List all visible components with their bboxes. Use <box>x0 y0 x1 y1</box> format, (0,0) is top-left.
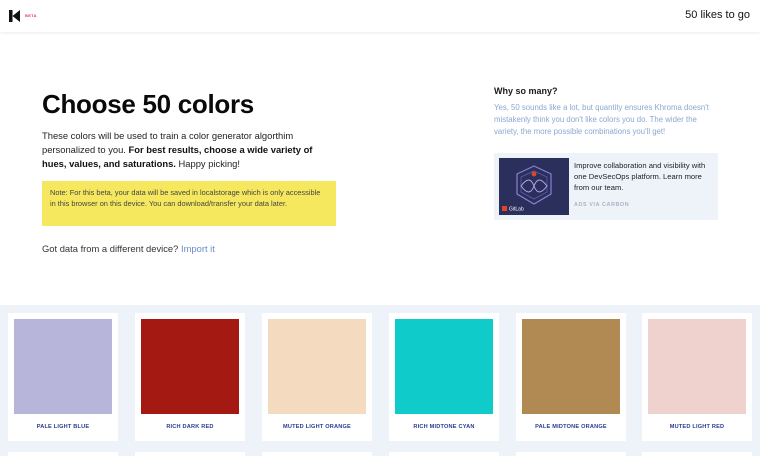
color-palette-grid: PALE LIGHT BLUE RICH DARK RED MUTED LIGH… <box>0 305 760 456</box>
color-card[interactable]: MUTED LIGHT ORANGE <box>262 313 372 441</box>
color-swatch[interactable] <box>395 319 493 414</box>
why-text: Yes, 50 sounds like a lot, but quantity … <box>494 103 709 136</box>
intro-tail: Happy picking! <box>175 158 241 169</box>
ad-image[interactable]: GitLab <box>499 158 569 215</box>
color-name: MUTED LIGHT ORANGE <box>283 424 351 430</box>
ad-text[interactable]: Improve collaboration and visibility wit… <box>574 160 714 193</box>
color-swatch[interactable] <box>268 319 366 414</box>
color-swatch[interactable] <box>522 319 620 414</box>
beta-badge: BETA <box>25 13 37 18</box>
color-card-next-row[interactable] <box>642 452 752 456</box>
ad-brand: GitLab <box>509 207 524 213</box>
color-swatch[interactable] <box>648 319 746 414</box>
beta-storage-note: Note: For this beta, your data will be s… <box>42 181 336 226</box>
import-prompt-text: Got data from a different device? <box>42 243 179 254</box>
import-link[interactable]: Import it <box>181 243 215 254</box>
color-card-next-row[interactable] <box>389 452 499 456</box>
color-card[interactable]: RICH DARK RED <box>135 313 245 441</box>
color-swatch[interactable] <box>141 319 239 414</box>
color-swatch[interactable] <box>14 319 112 414</box>
khroma-logo-icon[interactable] <box>9 10 21 22</box>
likes-to-go-counter: 50 likes to go <box>685 9 750 21</box>
color-name: PALE LIGHT BLUE <box>36 424 90 430</box>
color-name: PALE MIDTONE ORANGE <box>535 424 607 430</box>
ad-artwork-icon: GitLab <box>499 158 569 215</box>
import-prompt: Got data from a different device? Import… <box>42 243 215 254</box>
page-title: Choose 50 colors <box>42 89 254 119</box>
color-name: MUTED LIGHT RED <box>669 424 725 430</box>
color-card-next-row[interactable] <box>262 452 372 456</box>
top-bar: BETA 50 likes to go <box>0 0 760 32</box>
color-card-next-row[interactable] <box>8 452 118 456</box>
color-card[interactable]: RICH MIDTONE CYAN <box>389 313 499 441</box>
why-title: Why so many? <box>494 86 558 96</box>
color-card[interactable]: PALE MIDTONE ORANGE <box>516 313 626 441</box>
color-card[interactable]: MUTED LIGHT RED <box>642 313 752 441</box>
carbon-ad[interactable]: GitLab Improve collaboration and visibil… <box>494 153 718 220</box>
color-name: RICH DARK RED <box>166 424 214 430</box>
color-card-next-row[interactable] <box>135 452 245 456</box>
ads-via-carbon[interactable]: ADS VIA CARBON <box>574 202 629 208</box>
color-name: RICH MIDTONE CYAN <box>413 424 475 430</box>
color-card[interactable]: PALE LIGHT BLUE <box>8 313 118 441</box>
intro-text: These colors will be used to train a col… <box>42 129 332 171</box>
color-card-next-row[interactable] <box>516 452 626 456</box>
